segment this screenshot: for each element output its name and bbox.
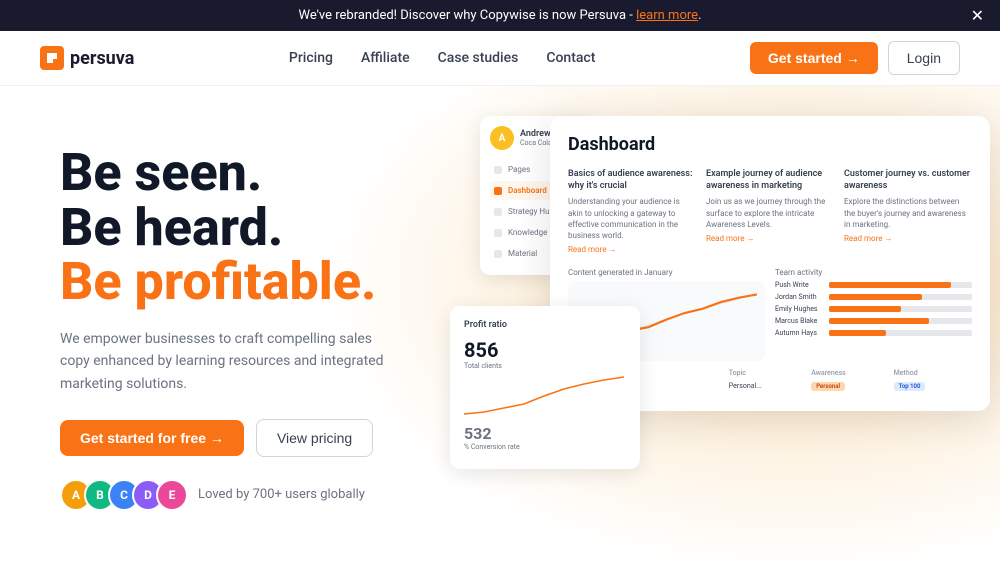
profit-stat1: 856 Total clients — [464, 338, 626, 370]
menu-label-material: Material — [508, 249, 537, 258]
td-topic: Personal... — [729, 382, 807, 391]
team-section: Team activity Push Write Jordan Smith Em… — [775, 268, 972, 361]
team-bar-background — [829, 294, 972, 300]
team-member-name: Jordan Smith — [775, 293, 825, 301]
chart-label: Content generated in January — [568, 268, 765, 277]
menu-dot-icon — [494, 166, 502, 174]
col1-header: Basics of audience awareness: why it's c… — [568, 169, 696, 192]
hero-line2: Be heard. — [60, 201, 480, 256]
th-topic: Topic — [729, 369, 807, 377]
team-member-name: Marcus Blake — [775, 317, 825, 325]
login-button[interactable]: Login — [888, 41, 960, 75]
dashboard-col-1: Basics of audience awareness: why it's c… — [568, 169, 696, 254]
th-awareness: Awareness — [811, 369, 889, 377]
team-member-name: Push Write — [775, 281, 825, 289]
nav-actions: Get started → Login — [750, 41, 960, 75]
method-badge: Top 100 — [894, 382, 926, 391]
profit-num1: 856 — [464, 338, 626, 362]
team-member-name: Emily Hughes — [775, 305, 825, 313]
profit-label1: Total clients — [464, 362, 626, 370]
dashboard-col-3: Customer journey vs. customer awareness … — [844, 169, 972, 254]
profit-label2: % Conversion rate — [464, 443, 626, 451]
nav-links: Pricing Affiliate Case studies Contact — [289, 50, 595, 66]
col3-text: Explore the distinctions between the buy… — [844, 196, 972, 230]
col3-read-more[interactable]: Read more → — [844, 234, 972, 243]
menu-dot-icon — [494, 229, 502, 237]
team-bar-fill — [829, 294, 922, 300]
awareness-badge: Personal — [811, 382, 845, 391]
profit-title: Profit ratio — [464, 320, 626, 330]
dashboard-title: Dashboard — [568, 134, 972, 155]
dashboard-col-2: Example journey of audience awareness in… — [706, 169, 834, 254]
td-method: Top 100 — [894, 382, 972, 391]
banner-text: We've rebranded! Discover why Copywise i… — [298, 8, 636, 23]
profit-num2: 532 — [464, 424, 626, 443]
td-awareness: Personal — [811, 382, 889, 391]
logo-icon — [40, 46, 64, 70]
banner-link[interactable]: learn more — [636, 8, 698, 23]
profit-chart — [464, 374, 626, 424]
menu-label-strategy: Strategy Hub — [508, 207, 554, 216]
team-bar-fill — [829, 282, 951, 288]
dashboard-avatar: A — [490, 126, 514, 150]
col2-read-more[interactable]: Read more → — [706, 234, 834, 243]
profit-card: Profit ratio 856 Total clients 532 % Con… — [450, 306, 640, 469]
hero-buttons: Get started for free → View pricing — [60, 419, 480, 457]
nav-pricing[interactable]: Pricing — [289, 50, 333, 66]
team-member-name: Autumn Hays — [775, 329, 825, 337]
team-bar-row: Jordan Smith — [775, 293, 972, 301]
team-label: Team activity — [775, 268, 972, 277]
col1-text: Understanding your audience is akin to u… — [568, 196, 696, 241]
team-bar-background — [829, 306, 972, 312]
avatar: E — [156, 479, 188, 511]
logo-text: persuva — [70, 48, 134, 69]
avatar-group: A B C D E — [60, 479, 188, 511]
nav-case-studies[interactable]: Case studies — [438, 50, 519, 66]
team-bar-background — [829, 330, 972, 336]
menu-dot-icon — [494, 208, 502, 216]
col3-header: Customer journey vs. customer awareness — [844, 169, 972, 192]
users-count-text: Loved by 700+ users globally — [198, 487, 365, 502]
hero-headline: Be seen. Be heard. Be profitable. — [60, 146, 480, 310]
team-bar-row: Emily Hughes — [775, 305, 972, 313]
hero-line1: Be seen. — [60, 146, 480, 201]
profit-stat2: 532 % Conversion rate — [464, 424, 626, 451]
hero-content: Be seen. Be heard. Be profitable. We emp… — [0, 86, 480, 576]
get-started-hero-button[interactable]: Get started for free → — [60, 420, 244, 456]
team-bar-fill — [829, 318, 929, 324]
hero-subtitle: We empower businesses to craft compellin… — [60, 328, 400, 395]
menu-label-dashboard: Dashboard — [508, 186, 547, 195]
team-bar-fill — [829, 330, 886, 336]
main-nav: persuva Pricing Affiliate Case studies C… — [0, 31, 1000, 86]
team-bars: Push Write Jordan Smith Emily Hughes Mar… — [775, 281, 972, 337]
team-bar-row: Push Write — [775, 281, 972, 289]
col2-text: Join us as we journey through the surfac… — [706, 196, 834, 230]
hero-section: Be seen. Be heard. Be profitable. We emp… — [0, 86, 1000, 576]
nav-contact[interactable]: Contact — [546, 50, 595, 66]
team-bar-row: Marcus Blake — [775, 317, 972, 325]
logo[interactable]: persuva — [40, 46, 134, 70]
nav-affiliate[interactable]: Affiliate — [361, 50, 410, 66]
view-pricing-button[interactable]: View pricing — [256, 419, 373, 457]
dashboard-columns: Basics of audience awareness: why it's c… — [568, 169, 972, 254]
menu-dot-active-icon — [494, 187, 502, 195]
col2-header: Example journey of audience awareness in… — [706, 169, 834, 192]
profit-chart-svg — [464, 374, 624, 419]
get-started-nav-button[interactable]: Get started → — [750, 42, 878, 74]
team-bar-background — [829, 318, 972, 324]
close-banner-button[interactable]: ✕ — [971, 6, 984, 26]
team-bar-background — [829, 282, 972, 288]
menu-dot-icon — [494, 250, 502, 258]
team-bar-fill — [829, 306, 901, 312]
menu-label-pages: Pages — [508, 165, 530, 174]
announcement-banner: We've rebranded! Discover why Copywise i… — [0, 0, 1000, 31]
hero-line3: Be profitable. — [60, 255, 480, 310]
col1-read-more[interactable]: Read more → — [568, 245, 696, 254]
th-method: Method — [894, 369, 972, 377]
team-bar-row: Autumn Hays — [775, 329, 972, 337]
social-proof: A B C D E Loved by 700+ users globally — [60, 479, 480, 511]
